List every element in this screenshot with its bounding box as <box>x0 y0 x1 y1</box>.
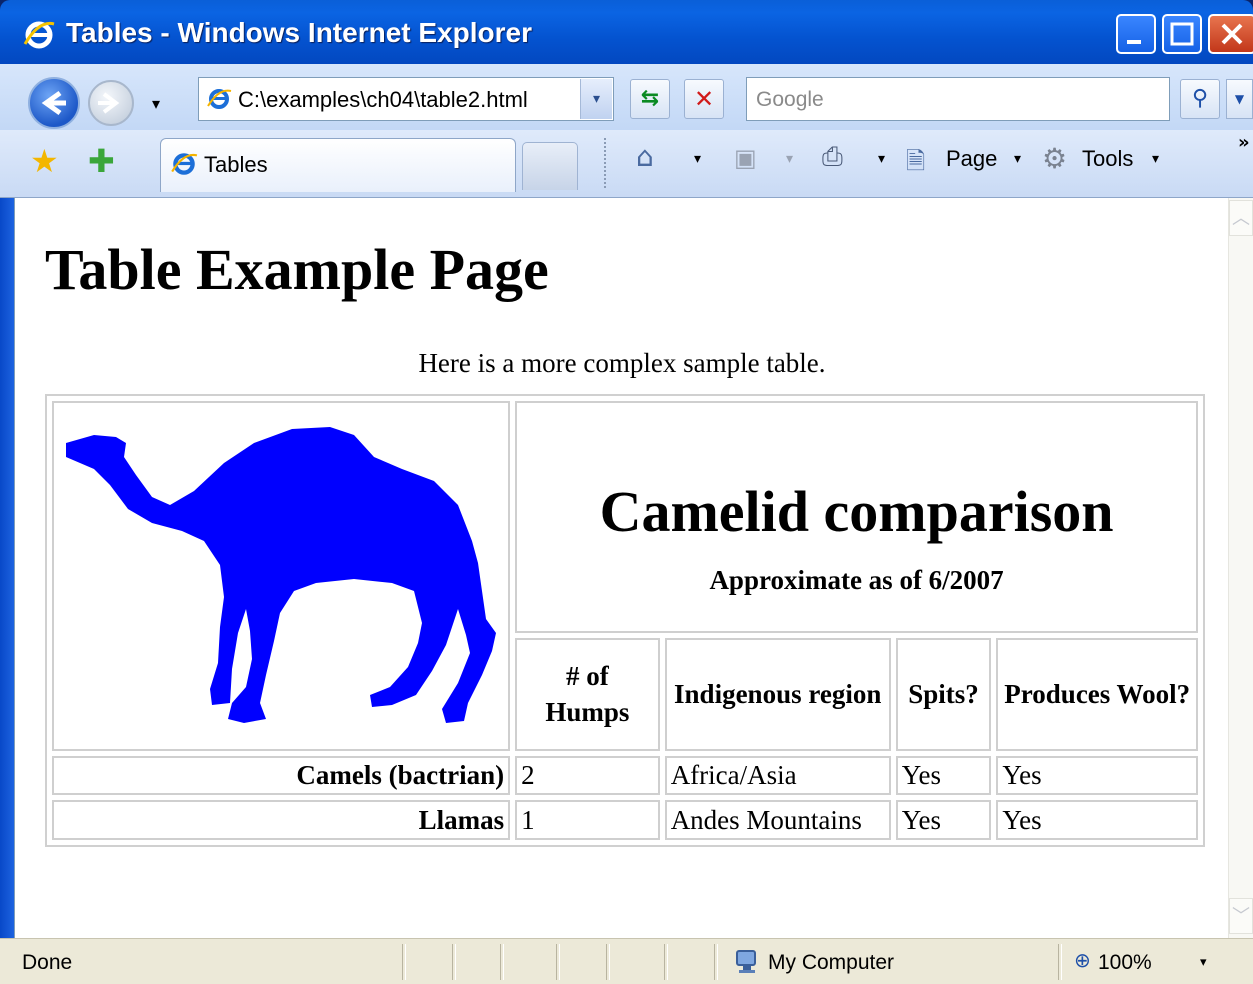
header-region: Indigenous region <box>664 637 891 751</box>
status-divider <box>1058 944 1062 980</box>
table-cell: Yes <box>895 800 992 841</box>
table-cell: Yes <box>895 756 992 795</box>
close-icon <box>1221 23 1243 45</box>
table-subcaption: Approximate as of 6/2007 <box>709 564 1004 595</box>
table-row: Camels (bactrian) 2 Africa/Asia Yes Yes <box>52 756 1198 795</box>
row-header: Llamas <box>52 800 511 841</box>
table-cell: 1 <box>515 800 660 841</box>
page-ie-icon <box>207 89 232 109</box>
camel-image <box>66 426 496 723</box>
search-input[interactable]: Google <box>756 88 824 112</box>
minimize-icon <box>1127 40 1141 44</box>
status-divider <box>500 944 504 980</box>
window-title: Tables - Windows Internet Explorer <box>66 17 532 48</box>
status-bar <box>0 938 1253 984</box>
close-button[interactable] <box>1208 14 1253 54</box>
gear-icon[interactable]: ⚙ <box>1042 142 1067 175</box>
toolbar-separator <box>604 138 608 188</box>
page-menu[interactable]: Page <box>946 146 997 172</box>
browser-window: Tables - Windows Internet Explorer ▾ C:\… <box>0 0 1253 984</box>
header-wool: Produces Wool? <box>996 637 1198 751</box>
page-heading: Table Example Page <box>45 237 549 302</box>
forward-arrow-icon <box>98 92 120 114</box>
more-commands-chevron[interactable]: » <box>1238 132 1250 153</box>
page-content: Table Example Page Here is a more comple… <box>14 198 1229 938</box>
page-dropdown[interactable]: ▾ <box>1014 150 1021 167</box>
tools-menu[interactable]: Tools <box>1082 146 1133 172</box>
feeds-dropdown[interactable]: ▾ <box>786 150 793 167</box>
vertical-scrollbar[interactable] <box>1228 198 1253 938</box>
tools-dropdown[interactable]: ▾ <box>1152 150 1159 167</box>
status-divider <box>402 944 406 980</box>
maximize-icon <box>1170 22 1194 46</box>
security-zone[interactable]: My Computer <box>768 951 894 975</box>
minimize-button[interactable] <box>1116 14 1156 54</box>
zoom-icon[interactable]: ⊕ <box>1074 948 1091 972</box>
add-favorite-icon[interactable]: ✚ <box>88 142 115 180</box>
search-button[interactable]: ⚲ <box>1180 79 1220 119</box>
back-arrow-icon <box>41 90 66 116</box>
header-humps: # of Humps <box>515 637 660 751</box>
status-divider <box>664 944 668 980</box>
ie-logo-icon <box>23 21 55 49</box>
home-icon[interactable]: ⌂ <box>636 140 654 173</box>
print-icon[interactable]: ⎙ <box>822 142 843 173</box>
camel-image-cell <box>52 401 511 751</box>
print-dropdown[interactable]: ▾ <box>878 150 885 167</box>
refresh-button[interactable]: ⇆ <box>630 79 670 119</box>
table-cell: Yes <box>996 800 1198 841</box>
scroll-down-button[interactable]: ﹀ <box>1229 898 1253 934</box>
forward-button[interactable] <box>88 80 134 126</box>
table-caption: Camelid comparison <box>599 478 1114 544</box>
table-cell: Yes <box>996 756 1198 795</box>
address-input[interactable]: C:\examples\ch04\table2.html <box>238 87 528 113</box>
row-header: Camels (bactrian) <box>52 756 511 795</box>
status-divider <box>714 944 718 980</box>
refresh-icon: ⇆ <box>640 86 660 111</box>
recent-pages-dropdown[interactable]: ▾ <box>152 94 160 113</box>
intro-text: Here is a more complex sample table. <box>418 348 826 378</box>
favorites-star-icon[interactable]: ★ <box>30 142 59 180</box>
caption-cell: Camelid comparison Approximate as of 6/2… <box>515 401 1198 633</box>
zoom-dropdown[interactable]: ▾ <box>1200 955 1207 970</box>
search-options-dropdown[interactable]: ▼ <box>1226 79 1253 119</box>
home-dropdown[interactable]: ▾ <box>694 150 701 167</box>
maximize-button[interactable] <box>1162 14 1202 54</box>
my-computer-icon <box>736 950 756 973</box>
page-icon[interactable]: 🗎 <box>906 144 925 185</box>
address-dropdown[interactable]: ▾ <box>580 79 612 119</box>
status-divider <box>556 944 560 980</box>
new-tab-button[interactable] <box>522 142 578 190</box>
feeds-icon[interactable]: ▣ <box>734 144 757 172</box>
table-cell: Andes Mountains <box>664 800 891 841</box>
tab-label: Tables <box>204 152 268 177</box>
magnifier-icon: ⚲ <box>1191 86 1209 111</box>
zoom-level[interactable]: 100% <box>1098 951 1152 975</box>
status-divider <box>606 944 610 980</box>
back-button[interactable] <box>28 77 80 129</box>
header-spits: Spits? <box>895 637 992 751</box>
tab-ie-icon <box>171 153 198 175</box>
stop-button[interactable]: ✕ <box>684 79 724 119</box>
table-cell: Africa/Asia <box>664 756 891 795</box>
stop-icon: ✕ <box>693 85 715 113</box>
scroll-up-button[interactable]: ︿ <box>1229 200 1253 236</box>
window-left-border <box>0 198 14 938</box>
status-divider <box>452 944 456 980</box>
camelid-table: Camelid comparison Approximate as of 6/2… <box>45 394 1205 848</box>
table-row: Llamas 1 Andes Mountains Yes Yes <box>52 800 1198 841</box>
table-cell: 2 <box>515 756 660 795</box>
status-text: Done <box>22 951 73 974</box>
